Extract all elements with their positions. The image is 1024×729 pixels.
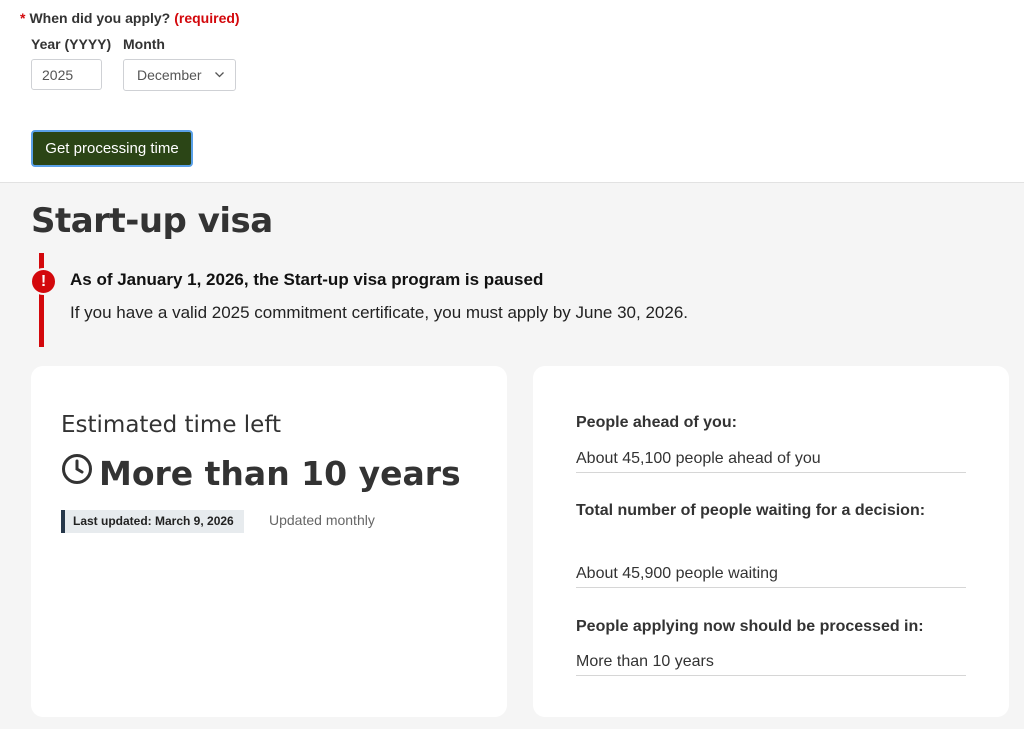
estimate-value: More than 10 years	[99, 454, 461, 493]
alert-body: If you have a valid 2025 commitment cert…	[70, 303, 689, 322]
legend-text: When did you apply?	[29, 10, 171, 26]
estimate-value-row: More than 10 years	[61, 453, 461, 496]
detail-value-processed: More than 10 years	[576, 653, 966, 676]
detail-value-total: About 45,900 people waiting	[576, 565, 966, 588]
alert-title: As of January 1, 2026, the Start-up visa…	[70, 270, 544, 289]
get-processing-time-button[interactable]: Get processing time	[31, 130, 193, 167]
year-input[interactable]	[31, 59, 102, 90]
exclamation-circle-icon: !	[30, 268, 57, 295]
month-label: Month	[123, 36, 165, 52]
estimate-label: Estimated time left	[61, 412, 282, 438]
month-select-value: December	[137, 67, 202, 83]
form-legend: * When did you apply? (required)	[20, 10, 240, 26]
results-panel: Start-up visa ! As of January 1, 2026, t…	[0, 182, 1024, 729]
year-label: Year (YYYY)	[31, 36, 112, 52]
detail-label-ahead: People ahead of you:	[576, 414, 737, 431]
update-frequency: Updated monthly	[269, 512, 375, 528]
last-updated-badge: Last updated: March 9, 2026	[61, 510, 244, 533]
required-label: (required)	[174, 10, 240, 26]
detail-value-ahead: About 45,100 people ahead of you	[576, 450, 966, 473]
detail-label-total: Total number of people waiting for a dec…	[576, 502, 926, 519]
month-select[interactable]: December	[123, 59, 236, 91]
required-star: *	[20, 10, 26, 26]
alert-banner: ! As of January 1, 2026, the Start-up vi…	[30, 253, 979, 347]
details-card: People ahead of you: About 45,100 people…	[533, 366, 1009, 717]
page-title: Start-up visa	[31, 201, 273, 241]
detail-label-processed: People applying now should be processed …	[576, 618, 924, 635]
estimate-card: Estimated time left More than 10 years L…	[31, 366, 507, 717]
clock-icon	[61, 453, 93, 493]
chevron-down-icon	[214, 60, 225, 102]
application-date-form: * When did you apply? (required) Year (YYY…	[0, 0, 1024, 182]
